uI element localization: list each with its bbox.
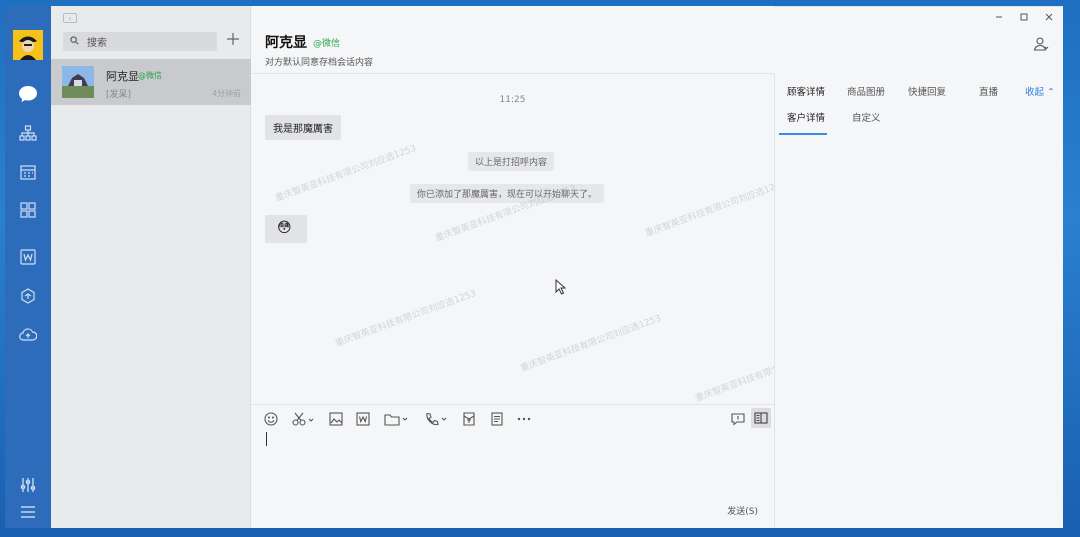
session-item-active[interactable]: 阿克显 @微信 [发呆] 4分钟前 bbox=[51, 59, 251, 105]
system-notice: 以上是打招呼内容 bbox=[468, 152, 555, 171]
maximize-icon[interactable] bbox=[1017, 10, 1031, 24]
subtab-custom[interactable]: 自定义 bbox=[852, 110, 881, 124]
input-toolbar bbox=[251, 404, 774, 432]
nav-rail bbox=[5, 6, 51, 528]
emoji-icon[interactable] bbox=[264, 411, 278, 427]
contact-name: 阿克显 bbox=[106, 70, 139, 83]
apps-grid-icon[interactable] bbox=[16, 198, 40, 222]
search-icon bbox=[70, 35, 79, 48]
contact-source: @微信 bbox=[138, 71, 162, 80]
chat-area: 阿克显 @微信 对方默认同意存档会话内容 11:25 我是那魔厲害 以上是打招呼… bbox=[251, 6, 838, 528]
watermark: 重庆智英亚科技有限公司刘应选1253 bbox=[274, 143, 418, 205]
close-icon[interactable] bbox=[1042, 10, 1056, 24]
search-placeholder: 搜索 bbox=[87, 38, 107, 49]
org-chart-icon[interactable] bbox=[16, 121, 40, 145]
menu-icon[interactable] bbox=[16, 500, 40, 524]
chat-timestamp: 11:25 bbox=[499, 95, 526, 105]
collapse-button[interactable]: 收起 ⌃ bbox=[1025, 84, 1055, 98]
tab-product-album[interactable]: 商品图册 bbox=[847, 84, 885, 98]
folder-icon[interactable] bbox=[384, 411, 408, 427]
message-bubble[interactable]: 我是那魔厲害 bbox=[265, 115, 341, 140]
image-icon[interactable] bbox=[329, 411, 343, 427]
chat-source: @微信 bbox=[313, 39, 341, 49]
customer-panel: 顾客详情 商品图册 快捷回复 直播 收起 ⌃ 客户详情 自定义 bbox=[774, 74, 1063, 528]
last-message: [发呆] bbox=[106, 90, 132, 100]
screenshot-scissors-icon[interactable] bbox=[292, 411, 314, 427]
settings-sliders-icon[interactable] bbox=[16, 473, 40, 497]
more-icon[interactable] bbox=[517, 411, 531, 427]
active-tab-indicator bbox=[779, 133, 827, 135]
emoji-message[interactable]: 😳 bbox=[265, 215, 307, 243]
contact-profile-icon[interactable] bbox=[1033, 36, 1049, 52]
cloud-icon[interactable] bbox=[16, 322, 40, 346]
app-window: ‹ 搜索 阿克显 @微信 [发呆] 4分钟前 阿克显 @微信 对方默认同意存档会… bbox=[5, 6, 1063, 528]
text-cursor[interactable] bbox=[266, 432, 267, 446]
cube-icon[interactable] bbox=[16, 284, 40, 308]
back-icon[interactable]: ‹ bbox=[63, 13, 77, 23]
chat-history-icon[interactable] bbox=[731, 411, 745, 427]
chat-icon[interactable] bbox=[16, 82, 40, 106]
tab-customer-details[interactable]: 顾客详情 bbox=[787, 84, 825, 98]
send-button[interactable]: 发送(S) bbox=[727, 504, 758, 517]
watermark: 重庆智英亚科技有限公司刘应选1253 bbox=[334, 288, 478, 350]
chat-title: 阿克显 bbox=[265, 35, 307, 51]
message-time: 4分钟前 bbox=[211, 89, 241, 98]
sidebar-toggle-icon[interactable] bbox=[751, 408, 771, 428]
contact-avatar bbox=[62, 66, 94, 98]
user-avatar[interactable] bbox=[13, 30, 43, 60]
tab-quick-reply[interactable]: 快捷回复 bbox=[908, 84, 946, 98]
mouse-pointer-icon bbox=[555, 278, 567, 298]
watermark: 重庆智英亚科技有限公司刘应选1253 bbox=[644, 178, 788, 240]
watermark: 重庆智英亚科技有限公司刘应选1253 bbox=[519, 313, 663, 375]
search-input[interactable]: 搜索 bbox=[63, 32, 217, 51]
add-icon[interactable] bbox=[224, 30, 242, 48]
subtab-client-details[interactable]: 客户详情 bbox=[787, 110, 825, 124]
notes-icon[interactable] bbox=[490, 411, 504, 427]
phone-icon[interactable] bbox=[424, 411, 448, 427]
minimize-icon[interactable] bbox=[992, 10, 1006, 24]
session-list-panel: ‹ 搜索 阿克显 @微信 [发呆] 4分钟前 bbox=[51, 6, 251, 528]
document-w-icon[interactable] bbox=[356, 411, 370, 427]
document-w-icon[interactable] bbox=[16, 245, 40, 269]
chat-header: 阿克显 @微信 对方默认同意存档会话内容 bbox=[251, 6, 774, 74]
calendar-icon[interactable] bbox=[16, 160, 40, 184]
tab-live[interactable]: 直播 bbox=[979, 84, 998, 98]
red-packet-icon[interactable] bbox=[462, 411, 476, 427]
chat-subtitle: 对方默认同意存档会话内容 bbox=[265, 58, 374, 68]
